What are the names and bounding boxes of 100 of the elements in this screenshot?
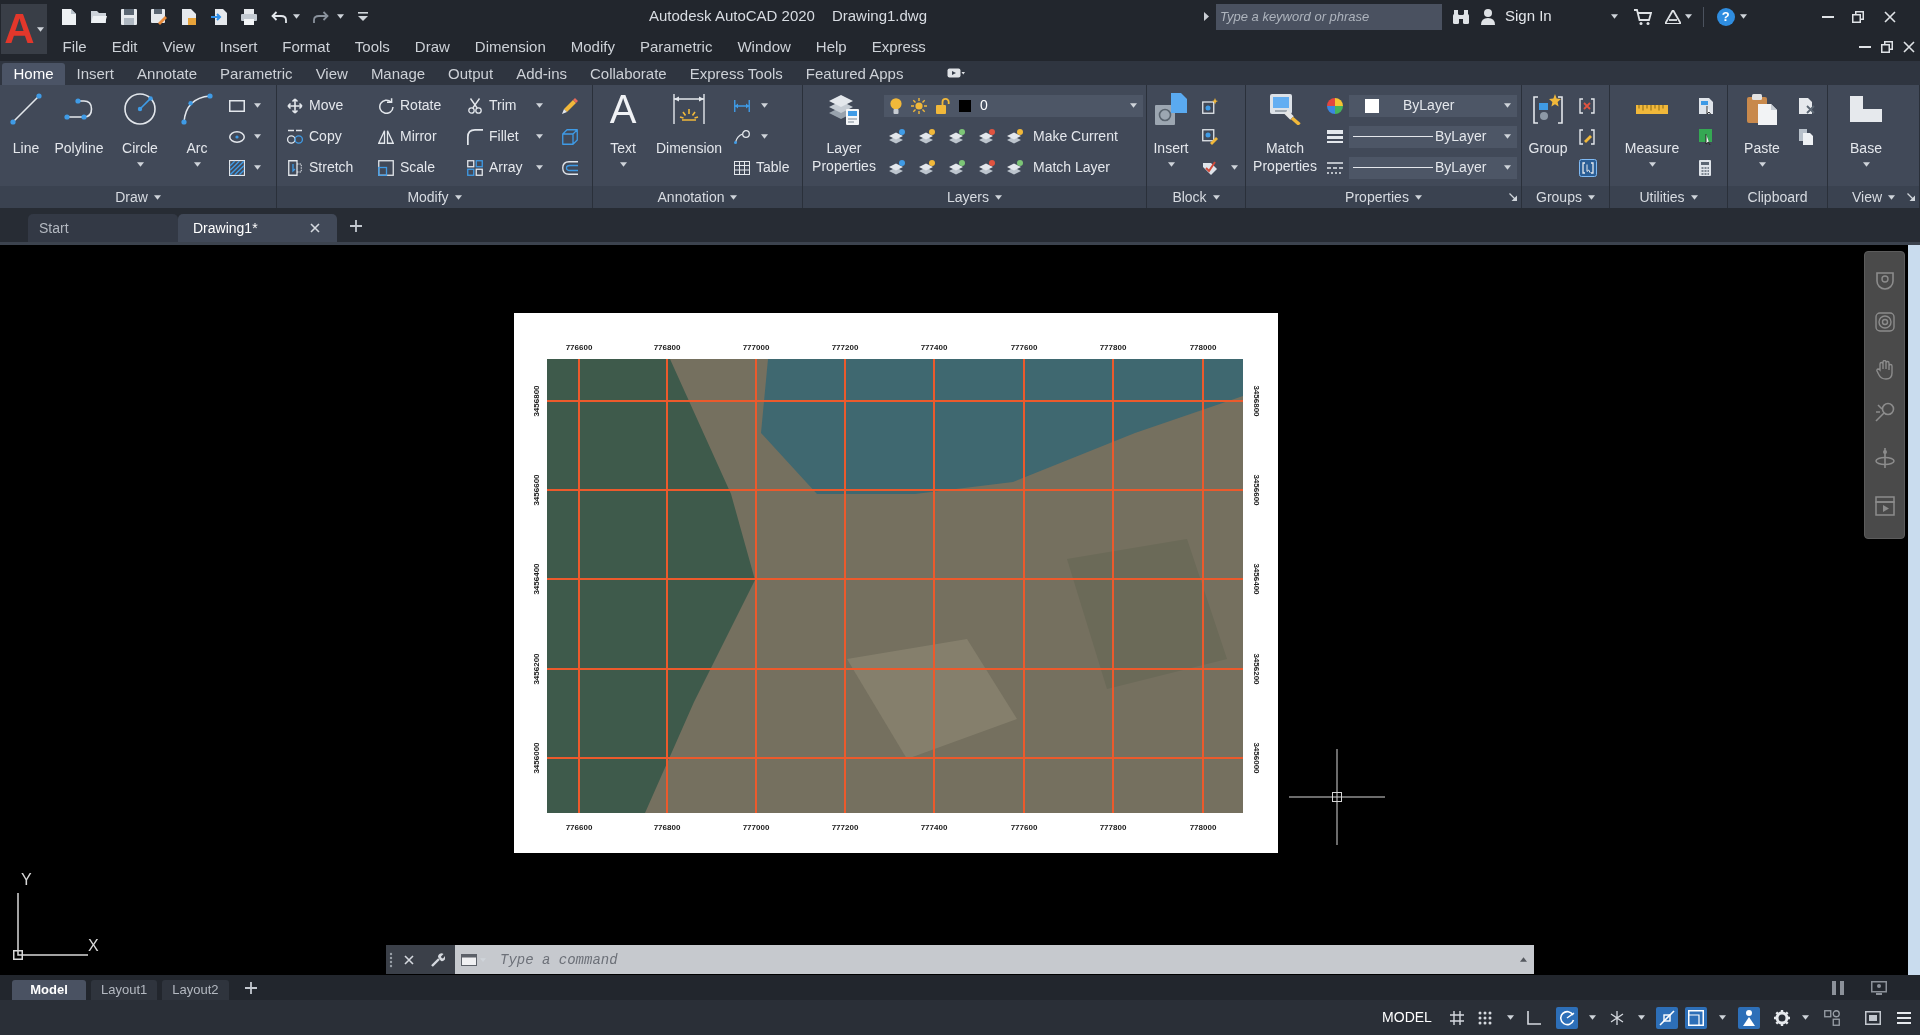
ribbon-tab[interactable]: Express Tools xyxy=(678,63,795,85)
menu-item[interactable]: Draw xyxy=(402,35,463,59)
menu-item[interactable]: Tools xyxy=(342,35,403,59)
match-layer-button[interactable]: Match Layer xyxy=(1004,153,1114,182)
property-dropdown[interactable]: ByLayer xyxy=(1349,125,1517,148)
line-button[interactable]: Line xyxy=(4,89,48,157)
binoculars-icon xyxy=(1453,9,1469,24)
model-space-button[interactable]: MODEL xyxy=(1377,1007,1437,1028)
insert-button[interactable]: Insert xyxy=(1149,89,1193,167)
sign-in-button[interactable]: Sign In xyxy=(1481,5,1552,28)
ribbon-tab[interactable]: Manage xyxy=(359,63,437,85)
ribbon-tab[interactable]: Parametric xyxy=(208,63,305,85)
circle-button[interactable]: Circle xyxy=(115,89,165,167)
ellipse-icon xyxy=(229,130,245,143)
ribbon-tab[interactable]: Insert xyxy=(65,63,126,85)
ribbon-tab[interactable]: Add-ins xyxy=(504,63,579,85)
trim-button[interactable]: Trim xyxy=(465,91,545,120)
measure-button[interactable]: Measure xyxy=(1622,89,1682,167)
object-snap-toggle[interactable] xyxy=(1656,1006,1678,1029)
scale-button[interactable]: Scale xyxy=(376,153,450,182)
command-history-button[interactable] xyxy=(1512,945,1534,974)
property-dropdown[interactable]: ByLayer xyxy=(1349,94,1517,117)
ribbon-tab[interactable]: Home xyxy=(2,63,65,85)
property-dropdown[interactable]: ByLayer xyxy=(1349,156,1517,179)
caret-icon xyxy=(1504,165,1511,170)
nested-squares-icon xyxy=(378,159,394,176)
menu-item[interactable]: Format xyxy=(269,35,343,59)
minimize-icon xyxy=(1821,15,1834,18)
layer-properties-button[interactable]: Layer Properties xyxy=(807,89,881,175)
array-button[interactable]: Array xyxy=(465,153,545,182)
menu-item[interactable]: File xyxy=(50,35,100,59)
panel-title-button[interactable]: Modify xyxy=(407,186,462,208)
viewport-toggle-button[interactable] xyxy=(1830,979,1846,996)
polyline-button[interactable]: Polyline xyxy=(50,89,108,157)
app-title: Autodesk AutoCAD 2020 xyxy=(649,6,815,27)
file-tab[interactable]: Start xyxy=(28,214,178,242)
help-button[interactable]: ? xyxy=(1716,7,1735,26)
copy-button[interactable]: Copy xyxy=(285,122,361,151)
paste-button[interactable]: Paste xyxy=(1740,89,1784,167)
box-icon xyxy=(1688,1009,1704,1026)
menu-icon xyxy=(1897,1011,1911,1024)
arc-button[interactable]: Arc xyxy=(177,89,217,167)
ribbon-tab[interactable]: Output xyxy=(436,63,505,85)
close-command-line-button[interactable] xyxy=(403,952,415,967)
mirror-button[interactable]: Mirror xyxy=(376,122,450,151)
coordinate-label: 778000 xyxy=(1189,343,1217,352)
layout-tab[interactable]: Layout1 xyxy=(91,980,158,1000)
recent-commands-button[interactable] xyxy=(455,945,495,974)
screen-icon xyxy=(1865,1010,1881,1025)
menu-item[interactable]: Edit xyxy=(99,35,151,59)
showmotion-button[interactable] xyxy=(1872,494,1897,518)
file-tab[interactable]: Drawing1* xyxy=(178,214,337,242)
search-field[interactable]: Type a keyword or phrase xyxy=(1216,3,1442,30)
menu-item[interactable]: Window xyxy=(724,35,804,59)
panel-title-button[interactable]: Layers xyxy=(947,186,1002,208)
new-tab-button[interactable] xyxy=(348,218,364,234)
caret-up-icon xyxy=(1519,957,1527,962)
menu-item[interactable]: Insert xyxy=(207,35,270,59)
stretch-button[interactable]: Stretch xyxy=(285,153,361,182)
table-button[interactable]: Table xyxy=(732,153,792,182)
ribbon-tab[interactable]: Featured Apps xyxy=(794,63,915,85)
menu-item[interactable]: Parametric xyxy=(627,35,725,59)
polar-toggle[interactable] xyxy=(1556,1006,1578,1029)
rotate-button[interactable]: Rotate xyxy=(376,91,450,120)
rectangle-arrow-icon xyxy=(287,159,303,176)
ribbon-tab[interactable]: Annotate xyxy=(125,63,209,85)
dialog-launcher-button[interactable] xyxy=(1509,193,1517,201)
customize-command-button[interactable] xyxy=(430,951,446,968)
match-properties-button[interactable]: Match Properties xyxy=(1248,89,1322,175)
coordinate-label: 776600 xyxy=(565,343,593,352)
make-current-button[interactable]: Make Current xyxy=(1004,122,1121,151)
dialog-launcher-button[interactable] xyxy=(1907,193,1915,201)
layout-tab[interactable]: Layout2 xyxy=(162,980,229,1000)
menu-item[interactable]: Help xyxy=(803,35,860,59)
panel-title-button[interactable]: Draw xyxy=(115,186,161,208)
diagonal-arrow-icon xyxy=(1907,193,1915,201)
base-button[interactable]: Base xyxy=(1844,89,1888,167)
annotation-toggle[interactable] xyxy=(1738,1006,1760,1029)
layer-dropdown[interactable]: 0 xyxy=(884,94,1143,117)
menu-item[interactable]: Modify xyxy=(558,35,628,59)
new-layout-button[interactable] xyxy=(242,979,259,996)
orbit-button[interactable] xyxy=(1872,446,1897,470)
coordinate-label: 777400 xyxy=(920,343,948,352)
coordinate-label: 3456200 xyxy=(1252,653,1261,685)
plus-icon xyxy=(350,220,362,232)
display-button[interactable] xyxy=(1870,979,1888,996)
menu-item[interactable]: View xyxy=(150,35,208,59)
full-wheel-button[interactable] xyxy=(1872,310,1897,334)
layout-tab[interactable]: Model xyxy=(12,980,86,1000)
fillet-button[interactable]: Fillet xyxy=(465,122,545,151)
move-button[interactable]: Move xyxy=(285,91,361,120)
command-input[interactable]: Type a command xyxy=(495,945,1512,974)
text-button[interactable]: A Text xyxy=(601,89,645,167)
menu-item[interactable]: Express xyxy=(859,35,939,59)
ribbon-tab[interactable]: Collaborate xyxy=(578,63,679,85)
ribbon-tab[interactable]: View xyxy=(304,63,360,85)
3d-snap-toggle[interactable] xyxy=(1685,1006,1707,1029)
menu-item[interactable]: Dimension xyxy=(462,35,559,59)
group-button[interactable]: Group xyxy=(1526,89,1570,157)
dimension-button[interactable]: Dimension xyxy=(651,89,727,157)
